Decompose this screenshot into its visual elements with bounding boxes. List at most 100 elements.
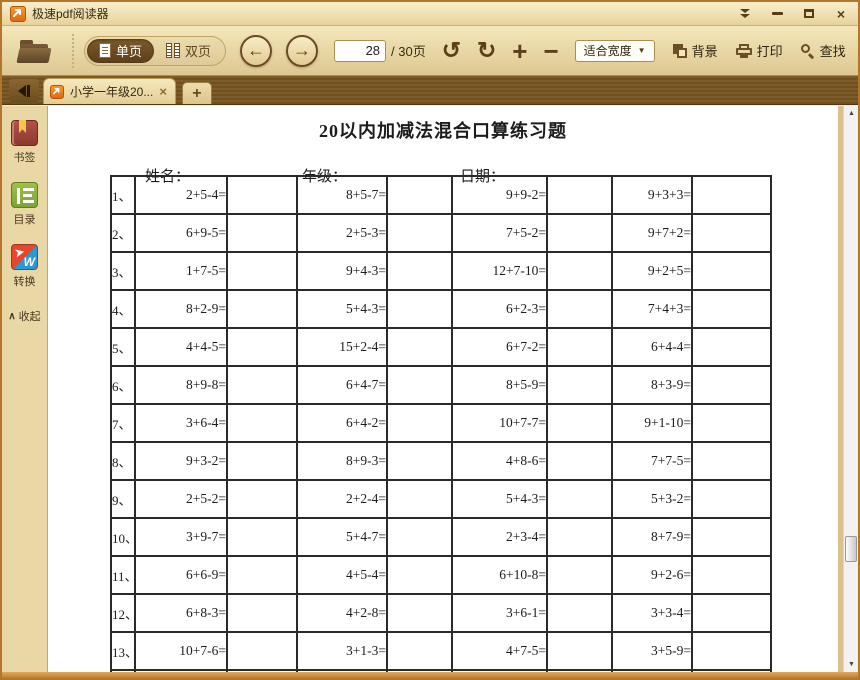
window-controls: × bbox=[736, 6, 850, 22]
problem-cell: 5+4-3= bbox=[451, 479, 548, 519]
close-button[interactable]: × bbox=[832, 6, 850, 22]
problem-cell: 9+2+5= bbox=[611, 251, 693, 291]
next-page-button[interactable]: → bbox=[286, 34, 319, 67]
answer-cell bbox=[691, 631, 772, 671]
vertical-scrollbar[interactable]: ▲ ▼ bbox=[843, 106, 858, 672]
chevron-down-icon: ▼ bbox=[637, 46, 646, 55]
problem-cell: 6+8-3= bbox=[134, 593, 228, 633]
answer-cell bbox=[546, 213, 613, 253]
sidebar-item-toc[interactable]: 目录 bbox=[11, 182, 38, 227]
problem-cell: 5+4-3= bbox=[296, 289, 388, 329]
double-chevron-down-icon bbox=[740, 9, 750, 18]
minimize-icon bbox=[771, 12, 783, 15]
table-row: 9、 2+5-2= 2+2-4= 5+4-3= 5+3-2= bbox=[110, 479, 772, 519]
pdf-page: 20以内加减法混合口算练习题 姓名： 年级： 日期： 1、 2+5-4= 8+5-7… bbox=[48, 106, 838, 672]
problem-cell: 6+7-2= bbox=[451, 327, 548, 367]
answer-cell bbox=[546, 327, 613, 367]
answer-cell bbox=[691, 327, 772, 367]
problem-cell: 9+9-2= bbox=[451, 175, 548, 215]
sidebar-item-bookmark[interactable]: 书签 bbox=[11, 120, 38, 165]
maximize-button[interactable] bbox=[800, 6, 818, 22]
table-row: 3、 1+7-5= 9+4-3= 12+7-10= 9+2+5= bbox=[110, 251, 772, 291]
answer-cell bbox=[386, 289, 453, 329]
problem-cell: 7+4+3= bbox=[611, 289, 693, 329]
minimize-button[interactable] bbox=[768, 6, 786, 22]
zoom-out-button[interactable]: − bbox=[543, 38, 558, 64]
sidebar-collapse-button[interactable] bbox=[9, 79, 39, 102]
problem-cell: 5+3-2= bbox=[611, 479, 693, 519]
problem-cell: 9+4-3= bbox=[296, 251, 388, 291]
new-tab-button[interactable]: + bbox=[181, 82, 212, 104]
answer-cell bbox=[386, 441, 453, 481]
printer-icon bbox=[735, 43, 752, 58]
problem-cell: 7+5-2= bbox=[451, 213, 548, 253]
problem-cell: 8+2-9= bbox=[134, 289, 228, 329]
answer-cell bbox=[546, 251, 613, 291]
answer-cell bbox=[226, 175, 298, 215]
answer-cell bbox=[386, 365, 453, 405]
scroll-down-button[interactable]: ▼ bbox=[844, 657, 858, 672]
tab-close-icon[interactable]: × bbox=[159, 85, 167, 98]
problem-cell: 6+4-4= bbox=[611, 327, 693, 367]
answer-cell bbox=[546, 669, 613, 672]
maximize-icon bbox=[804, 9, 814, 18]
window-title: 极速pdf阅读器 bbox=[32, 7, 109, 21]
double-page-button[interactable]: 双页 bbox=[154, 39, 223, 63]
skin-menu-button[interactable] bbox=[736, 6, 754, 22]
print-label: 打印 bbox=[756, 44, 783, 59]
scroll-up-button[interactable]: ▲ bbox=[844, 106, 858, 121]
row-number: 11、 bbox=[110, 555, 138, 595]
print-button[interactable]: 打印 bbox=[735, 41, 783, 60]
answer-cell bbox=[386, 175, 453, 215]
single-page-icon bbox=[99, 43, 111, 58]
double-page-icon bbox=[166, 43, 181, 58]
sidebar-collapse-control[interactable]: ∧ 收起 bbox=[8, 308, 40, 324]
background-button[interactable]: 背景 bbox=[672, 41, 718, 60]
problem-cell: 4+8-6= bbox=[451, 441, 548, 481]
open-file-button[interactable] bbox=[16, 36, 52, 66]
problem-cell: 6+2-3= bbox=[451, 289, 548, 329]
answer-cell bbox=[386, 327, 453, 367]
problem-cell: 9+2-6= bbox=[611, 555, 693, 595]
sidebar-item-label: 目录 bbox=[13, 214, 36, 226]
table-row: 12、 6+8-3= 4+2-8= 3+6-1= 3+3-4= bbox=[110, 593, 772, 633]
answer-cell bbox=[386, 403, 453, 443]
single-page-label: 单页 bbox=[116, 44, 143, 59]
single-page-button[interactable]: 单页 bbox=[87, 38, 155, 63]
rotate-right-button[interactable]: ↻ bbox=[477, 39, 496, 62]
fit-width-dropdown[interactable]: 适合宽度 ▼ bbox=[574, 39, 655, 62]
problem-cell bbox=[451, 669, 548, 672]
answer-cell bbox=[226, 631, 298, 671]
row-number: 5、 bbox=[110, 327, 136, 367]
page-number-input[interactable] bbox=[334, 39, 387, 62]
row-number bbox=[110, 669, 136, 672]
toolbar-separator bbox=[72, 33, 74, 68]
problem-cell: 7+7-5= bbox=[611, 441, 693, 481]
page-total-label: / 30页 bbox=[391, 44, 426, 59]
previous-page-button[interactable]: ← bbox=[240, 34, 273, 67]
rotate-left-button[interactable]: ↺ bbox=[442, 39, 461, 62]
sidebar: 书签 目录 ➤ W 转换 ∧ 收起 bbox=[2, 106, 48, 672]
table-row: 10、 3+9-7= 5+4-7= 2+3-4= 8+7-9= bbox=[110, 517, 772, 557]
answer-cell bbox=[226, 251, 298, 291]
find-label: 查找 bbox=[819, 44, 846, 59]
document-viewer[interactable]: 20以内加减法混合口算练习题 姓名： 年级： 日期： 1、 2+5-4= 8+5-7… bbox=[48, 106, 858, 672]
answer-cell bbox=[691, 251, 772, 291]
table-row-partial bbox=[110, 669, 772, 672]
sidebar-item-convert[interactable]: ➤ W 转换 bbox=[11, 244, 38, 289]
answer-cell bbox=[226, 479, 298, 519]
find-button[interactable]: 查找 bbox=[800, 41, 846, 60]
zoom-in-button[interactable]: + bbox=[512, 38, 527, 64]
answer-cell bbox=[546, 365, 613, 405]
answer-cell bbox=[226, 327, 298, 367]
scrollbar-thumb[interactable] bbox=[845, 536, 857, 563]
problem-cell: 4+4-5= bbox=[134, 327, 228, 367]
answer-cell bbox=[386, 479, 453, 519]
answer-cell bbox=[691, 213, 772, 253]
answer-cell bbox=[546, 175, 613, 215]
row-number: 1、 bbox=[110, 175, 136, 215]
rotate-right-icon: ↻ bbox=[477, 37, 497, 63]
problem-cell: 3+5-9= bbox=[611, 631, 693, 671]
table-row: 1、 2+5-4= 8+5-7= 9+9-2= 9+3+3= bbox=[110, 175, 772, 215]
document-tab[interactable]: 小学一年级20... × bbox=[43, 78, 176, 104]
